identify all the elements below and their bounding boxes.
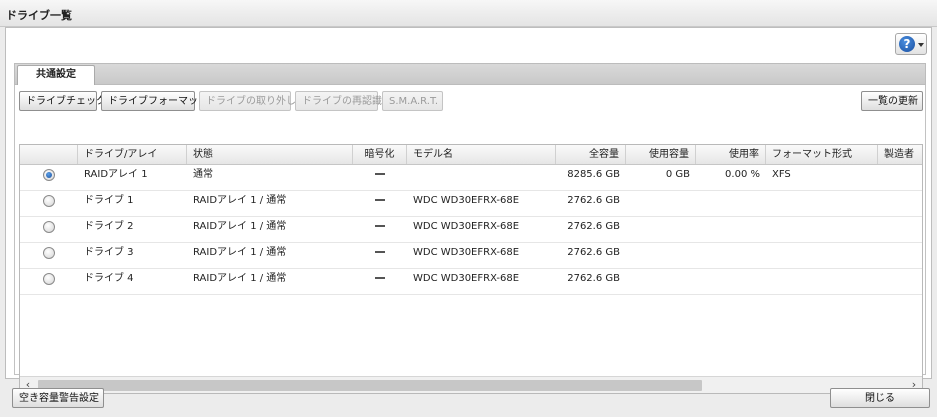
row-select-radio[interactable] [43,169,55,181]
format-cell [766,268,878,294]
used-cell [626,216,696,242]
capacity-cell: 2762.6 GB [567,221,620,232]
table-row[interactable]: RAIDアレイ 1 通常 8285.6 GB 0 GB 0.00 % XFS [20,164,922,191]
table-row[interactable]: ドライブ 2 RAIDアレイ 1 / 通常 WDC WD30EFRX-68E 2762… [20,216,922,243]
format-cell [766,190,878,216]
column-header-status[interactable]: 状態 [187,145,353,164]
column-header-encryption[interactable]: 暗号化 [353,145,407,164]
status-cell: RAIDアレイ 1 / 通常 [193,195,287,206]
tab-strip: 共通設定 [14,63,926,86]
tab-common-settings[interactable]: 共通設定 [17,65,95,86]
model-cell: WDC WD30EFRX-68E [413,195,520,206]
capacity-cell: 8285.6 GB [567,169,620,180]
drive-rescan-button[interactable]: ドライブの再認識 [295,91,382,111]
capacity-cell: 2762.6 GB [567,195,620,206]
column-header-capacity[interactable]: 全容量 [556,145,626,164]
column-header-used[interactable]: 使用容量 [626,145,696,164]
help-menu-button[interactable]: ? [895,33,927,55]
drive-cell: ドライブ 4 [84,273,134,284]
drive-table: ドライブ/アレイ 状態 暗号化 モデル名 全容量 使用容量 使用率 フォーマット… [19,144,923,394]
table-row[interactable]: ドライブ 4 RAIDアレイ 1 / 通常 WDC WD30EFRX-68E 2762… [20,268,922,295]
dash-icon [375,173,385,175]
row-select-radio[interactable] [43,195,55,207]
drive-check-button[interactable]: ドライブチェック [19,91,106,111]
format-cell: XFS [772,169,791,180]
dash-icon [375,225,385,227]
encryption-cell [353,268,407,294]
space-warning-settings-button[interactable]: 空き容量警告設定 [12,388,104,408]
used-cell [626,268,696,294]
status-cell: RAIDアレイ 1 / 通常 [193,247,287,258]
usage-cell [696,268,766,294]
scrollbar-thumb[interactable] [38,380,702,391]
drive-remove-button[interactable]: ドライブの取り外し [199,91,296,111]
encryption-cell [353,216,407,242]
title-bar: ドライブ一覧 [0,0,937,27]
row-select-radio[interactable] [43,273,55,285]
close-button[interactable]: 閉じる [830,388,930,408]
capacity-cell: 2762.6 GB [567,273,620,284]
horizontal-scrollbar[interactable]: ‹ › [20,376,922,393]
drive-cell: ドライブ 2 [84,221,134,232]
window-title: ドライブ一覧 [6,9,72,22]
status-cell: RAIDアレイ 1 / 通常 [193,221,287,232]
status-cell: RAIDアレイ 1 / 通常 [193,273,287,284]
drive-format-button[interactable]: ドライブフォーマット [101,91,208,111]
drive-cell: ドライブ 3 [84,247,134,258]
column-header-format[interactable]: フォーマット形式 [766,145,878,164]
format-cell [766,216,878,242]
encryption-cell [353,242,407,268]
row-select-radio[interactable] [43,247,55,259]
drive-cell: ドライブ 1 [84,195,134,206]
encryption-cell [353,164,407,190]
column-header-maker[interactable]: 製造者 [878,145,922,164]
status-cell: 通常 [193,169,213,180]
usage-cell: 0.00 % [725,169,760,180]
help-icon: ? [899,36,915,52]
drive-cell: RAIDアレイ 1 [84,169,148,180]
main-panel: ? 共通設定 ドライブチェック ドライブフォーマット ドライブの取り外し ドライ… [5,27,932,394]
chevron-down-icon [918,43,924,47]
model-cell [407,164,556,190]
column-header-select [20,145,78,164]
usage-cell [696,190,766,216]
table-row[interactable]: ドライブ 1 RAIDアレイ 1 / 通常 WDC WD30EFRX-68E 2762… [20,190,922,217]
used-cell [626,190,696,216]
dash-icon [375,199,385,201]
refresh-list-button[interactable]: 一覧の更新 [861,91,923,111]
row-select-radio[interactable] [43,221,55,233]
model-cell: WDC WD30EFRX-68E [413,247,520,258]
tab-content: ドライブチェック ドライブフォーマット ドライブの取り外し ドライブの再認識 S… [14,85,926,394]
dash-icon [375,277,385,279]
table-header: ドライブ/アレイ 状態 暗号化 モデル名 全容量 使用容量 使用率 フォーマット… [20,145,922,165]
used-cell: 0 GB [665,169,690,180]
table-row[interactable]: ドライブ 3 RAIDアレイ 1 / 通常 WDC WD30EFRX-68E 2762… [20,242,922,269]
column-header-model[interactable]: モデル名 [407,145,556,164]
model-cell: WDC WD30EFRX-68E [413,221,520,232]
capacity-cell: 2762.6 GB [567,247,620,258]
dash-icon [375,251,385,253]
encryption-cell [353,190,407,216]
used-cell [626,242,696,268]
column-header-usage[interactable]: 使用率 [696,145,766,164]
usage-cell [696,216,766,242]
model-cell: WDC WD30EFRX-68E [413,273,520,284]
smart-button[interactable]: S.M.A.R.T. [382,91,443,111]
usage-cell [696,242,766,268]
column-header-drive[interactable]: ドライブ/アレイ [78,145,187,164]
format-cell [766,242,878,268]
